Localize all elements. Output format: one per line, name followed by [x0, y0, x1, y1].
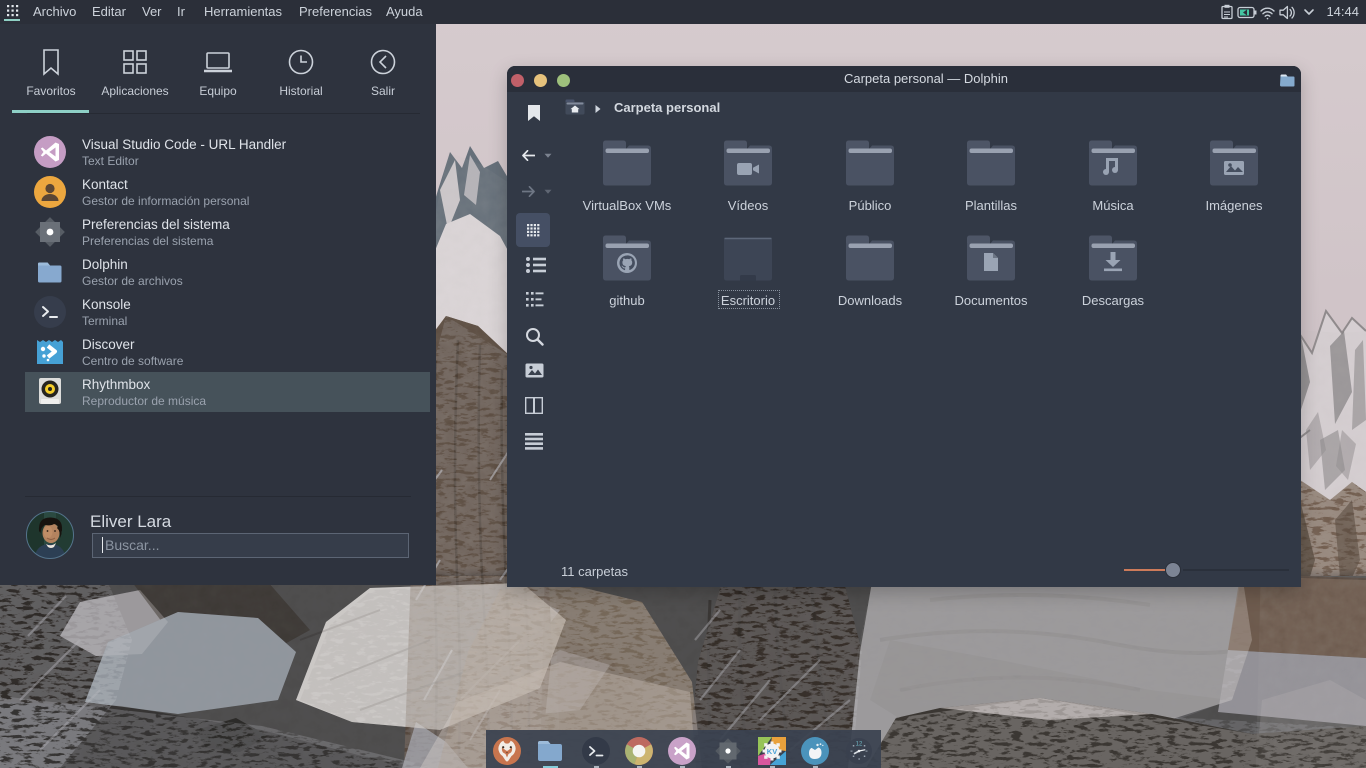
- svg-text:12: 12: [856, 742, 863, 748]
- svg-text:KV: KV: [767, 747, 777, 756]
